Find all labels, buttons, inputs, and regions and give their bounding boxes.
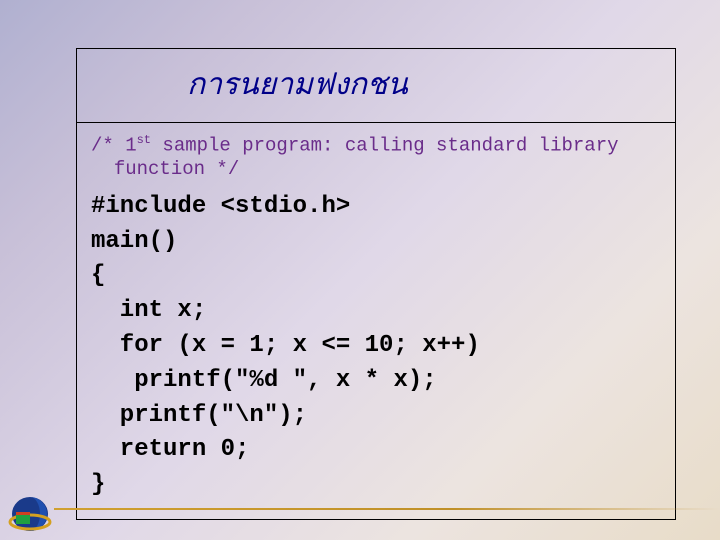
comment-superscript: st	[137, 133, 151, 147]
comment-prefix: /* 1	[91, 134, 137, 156]
footer-divider	[54, 508, 720, 510]
code-block: #include <stdio.h> main() { int x; for (…	[91, 190, 661, 503]
slide-title: การนยามฟงกชน	[187, 68, 408, 101]
body-row: /* 1st sample program: calling standard …	[77, 123, 675, 519]
code-comment: /* 1st sample program: calling standard …	[91, 133, 661, 182]
comment-rest: sample program: calling standard library…	[91, 134, 619, 180]
content-frame: การนยามฟงกชน /* 1st sample program: call…	[76, 48, 676, 520]
logo-icon	[8, 492, 52, 534]
title-row: การนยามฟงกชน	[77, 49, 675, 123]
